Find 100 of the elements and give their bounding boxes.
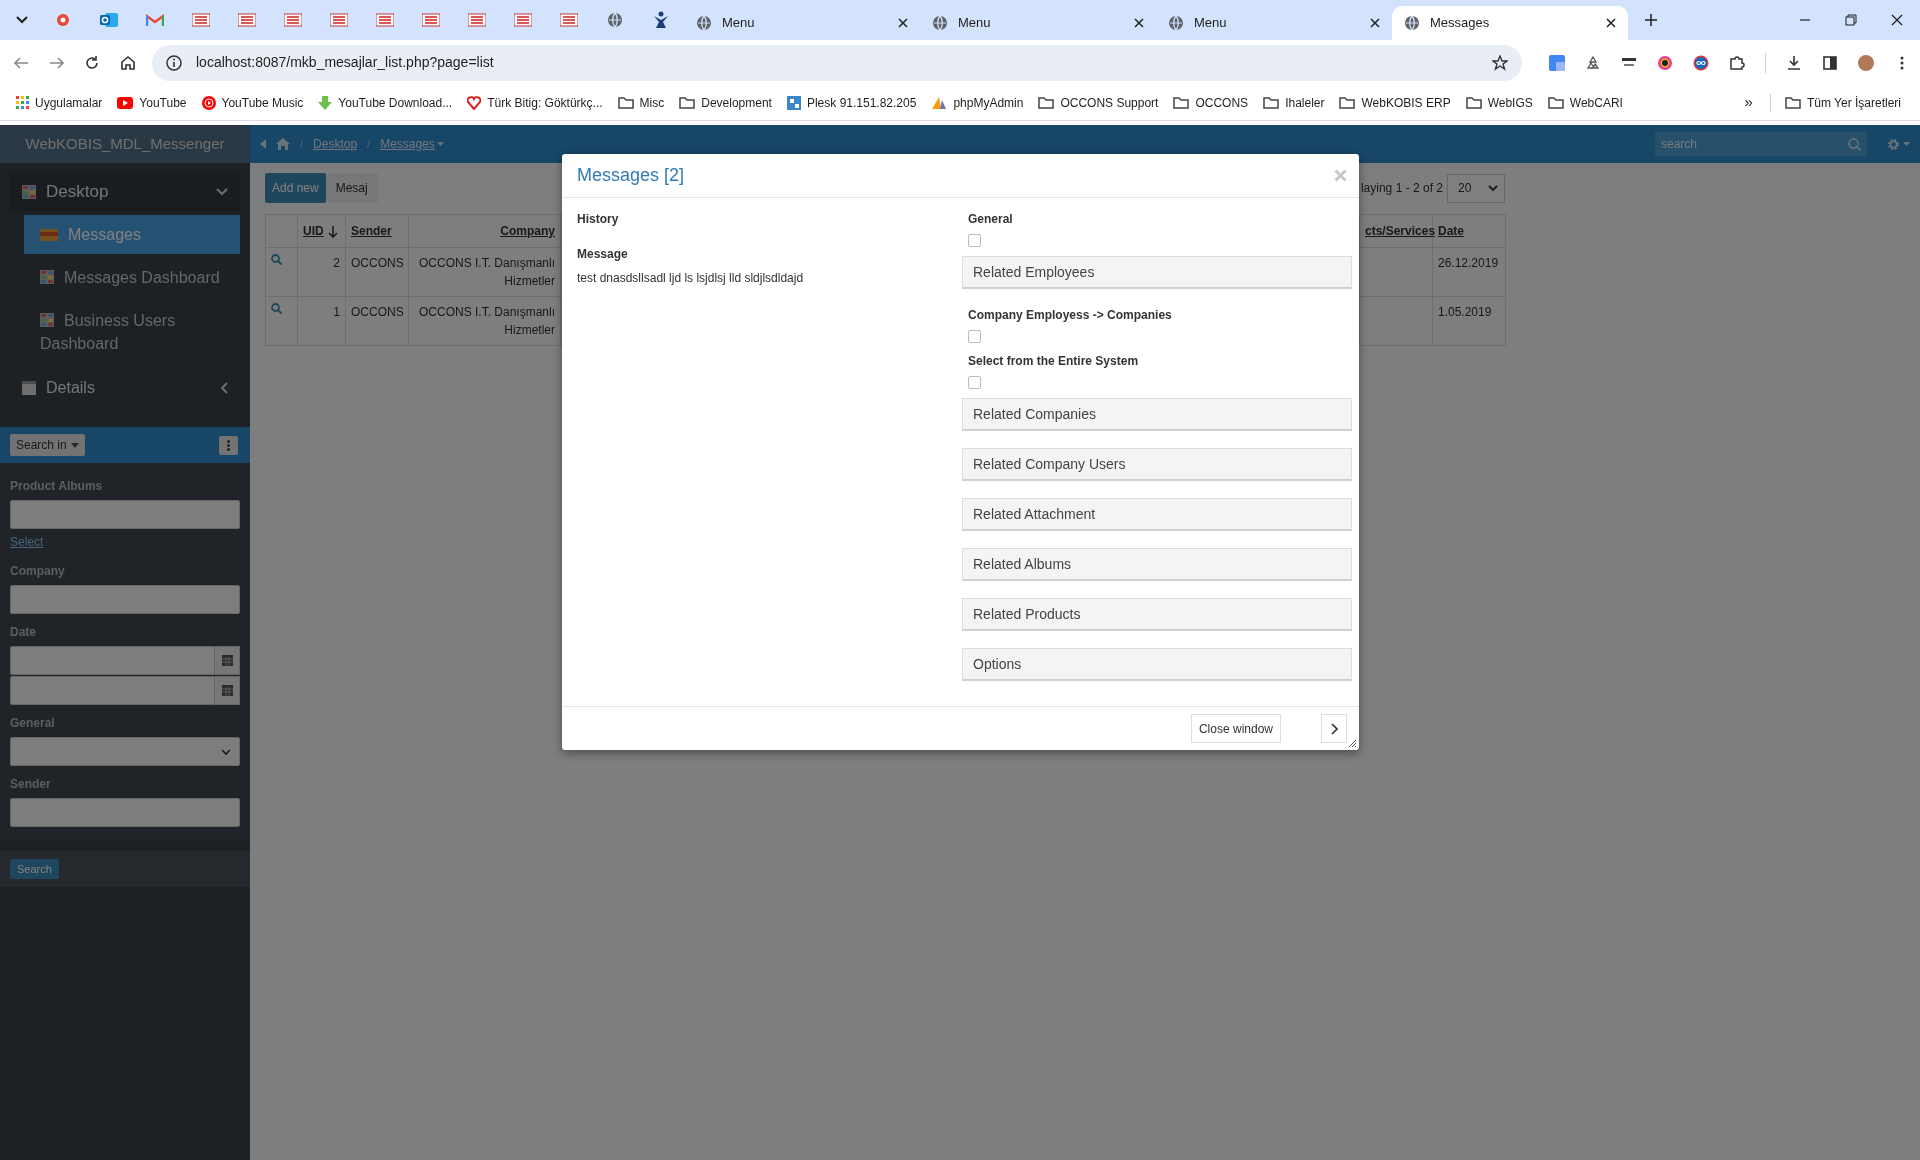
download-button[interactable] [1786, 54, 1802, 71]
bookmark[interactable]: Ihaleler [1257, 91, 1331, 114]
close-icon [1891, 14, 1903, 26]
view-button[interactable] [271, 254, 282, 265]
checkbox[interactable] [968, 234, 981, 247]
collapsible-panel[interactable]: Related Companies [962, 398, 1352, 431]
close-window-button[interactable]: Close window [1190, 714, 1281, 743]
field-label: Company Employess -> Companies [968, 307, 1173, 324]
folder-icon [1339, 96, 1356, 109]
collapsible-panel[interactable]: Related Products [962, 598, 1352, 631]
plus-icon [1645, 14, 1657, 26]
field-label: Sender [10, 776, 52, 793]
close-icon [1334, 169, 1347, 182]
extension-button[interactable] [1657, 54, 1673, 71]
breadcrumb-separator: / [367, 136, 371, 152]
extension-button[interactable] [1729, 54, 1745, 71]
bookmark[interactable]: Plesk 91.151.82.205 [780, 91, 923, 114]
puzzle-icon [1729, 54, 1745, 71]
grid-icon [40, 313, 54, 327]
next-button[interactable] [1321, 714, 1347, 743]
bookmark[interactable]: Misc [611, 91, 671, 114]
table-cell-text: OCCONS I.T. Danışmanlı [417, 304, 555, 321]
overflow-button[interactable]: » [1738, 89, 1759, 116]
browser-tab[interactable]: Menu [1156, 6, 1392, 40]
calendar-button[interactable] [215, 646, 240, 675]
folder-icon [1173, 96, 1190, 109]
arrow-left-icon [13, 54, 30, 71]
side-panel-button[interactable] [1822, 54, 1838, 71]
globe-icon [932, 15, 948, 31]
collapsible-panel[interactable]: Related Company Users [962, 448, 1352, 481]
bookmark[interactable]: YouTube Music [195, 91, 310, 114]
breadcrumb-separator: / [300, 136, 304, 152]
calendar-icon [221, 655, 233, 666]
collapsible-panel[interactable]: Related Employees [962, 256, 1352, 289]
field-label: General [968, 211, 1014, 228]
browser-tab[interactable]: Messages [1392, 6, 1628, 40]
checkbox[interactable] [968, 376, 981, 389]
bookmark[interactable]: WebIGS [1459, 91, 1539, 114]
home-icon [119, 54, 136, 71]
message-text: test dnasdsllsadl ljd ls lsjdlsj lld sldjlsdldajd [577, 270, 805, 287]
checkbox[interactable] [968, 330, 981, 343]
chevron-down-icon [16, 16, 28, 24]
input-field[interactable] [10, 798, 240, 827]
field-label: Select from the Entire System [968, 353, 1140, 370]
table-cell-text: OCCONS I.T. Danışmanlı [417, 255, 555, 272]
chevron-down-icon [216, 188, 228, 196]
chevron-right-icon [1330, 722, 1338, 735]
nav-section[interactable]: Desktop [10, 173, 240, 211]
close-icon [898, 18, 908, 28]
dropdown-field[interactable] [10, 737, 240, 766]
calendar-button[interactable] [215, 676, 240, 705]
input-field[interactable] [10, 646, 215, 675]
bookmark[interactable]: phpMyAdmin [925, 91, 1030, 114]
calendar-icon [221, 685, 233, 696]
input-field[interactable] [10, 500, 240, 529]
column-header[interactable]: Company [500, 224, 555, 238]
tab[interactable]: Mesaj [325, 173, 378, 203]
bookmark[interactable]: OCCONS [1167, 91, 1255, 114]
collapsible-panel[interactable]: Related Attachment [962, 498, 1352, 531]
address-bar[interactable]: localhost:8087/mkb_mesajlar_list.php?page=list [152, 44, 1522, 81]
more-button[interactable] [219, 435, 238, 455]
settings-button[interactable] [1887, 137, 1910, 151]
record-icon [56, 13, 70, 27]
download-icon [1786, 54, 1802, 71]
reload-icon [84, 54, 101, 71]
bookmark[interactable]: YouTube [111, 91, 193, 114]
chevron-down-icon [1488, 185, 1498, 191]
all-bookmarks[interactable]: Tüm Yer İşaretleri [1778, 91, 1907, 114]
calendar-icon [22, 381, 36, 395]
browser-tab[interactable]: Menu [920, 6, 1156, 40]
table-cell: 1.05.2019 [1438, 305, 1492, 319]
resize-grip-icon [1349, 740, 1356, 747]
bookmark[interactable]: WebKOBIS ERP [1333, 91, 1457, 114]
folder-icon [617, 96, 634, 109]
bookmark[interactable]: Uygulamalar [10, 91, 109, 114]
view-button[interactable] [271, 303, 282, 314]
browser-tab[interactable]: Menu [684, 6, 920, 40]
search-in-button[interactable]: Search in [10, 434, 85, 456]
table-cell: 2 [333, 256, 340, 270]
profile-button[interactable] [1858, 54, 1874, 71]
input-field[interactable] [10, 676, 215, 705]
bookmark[interactable]: OCCONS Support [1032, 91, 1165, 114]
input-field[interactable] [10, 585, 240, 614]
collapsible-panel[interactable]: Options [962, 648, 1352, 681]
figure-icon [653, 11, 669, 29]
bookmark[interactable]: Türk Bitig: Göktürkç... [461, 91, 609, 114]
bookmark[interactable]: Development [673, 91, 778, 114]
column-header[interactable]: cts/Services [1365, 224, 1436, 238]
extension-button[interactable] [1693, 54, 1709, 71]
play-icon [201, 95, 216, 110]
bookmark[interactable]: WebCARI [1541, 91, 1629, 114]
folder-icon [1784, 96, 1801, 109]
star-icon [1492, 54, 1508, 71]
column-header[interactable]: Date [1438, 224, 1464, 238]
collapsible-panel[interactable]: Related Albums [962, 548, 1352, 581]
page-size-select[interactable]: 20 [1447, 173, 1505, 203]
chevron-left-icon [220, 382, 228, 394]
bookmark[interactable]: YouTube Download... [312, 91, 459, 114]
folder-icon [679, 96, 696, 109]
caret-icon [1903, 142, 1910, 146]
